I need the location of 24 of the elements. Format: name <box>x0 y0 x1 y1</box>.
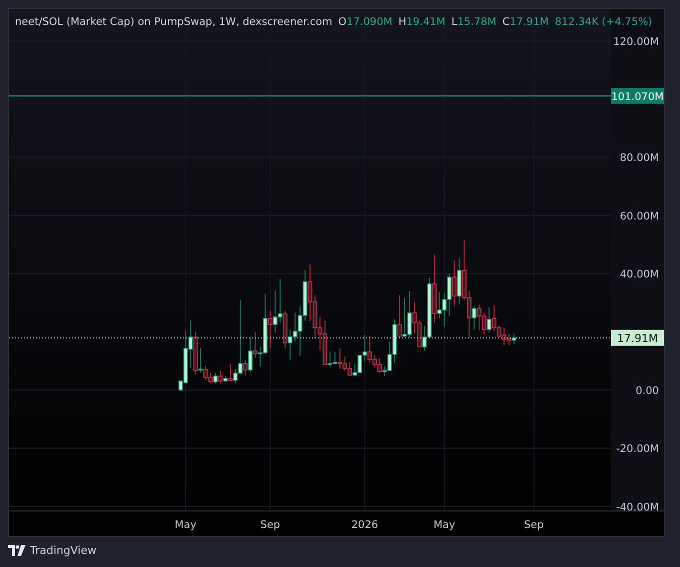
brand-name: TradingView <box>30 544 96 557</box>
ohlc-value: C17.91M <box>502 16 549 28</box>
ohlc-value: L15.78M <box>451 16 496 28</box>
x-axis-label: May <box>433 519 456 531</box>
ref-line-label: 17.91M <box>617 332 658 345</box>
price-label: 17.91M <box>611 330 664 346</box>
ohlc-value: O17.090M <box>338 16 392 28</box>
y-axis-label: 0.00 <box>636 385 659 397</box>
y-axis-label: -40.00M <box>616 501 659 514</box>
legend-title: neet/SOL (Market Cap) on PumpSwap, 1W, dexscreener.com <box>15 16 332 28</box>
ref-line-label: 101.070M <box>611 90 664 103</box>
logo-icon <box>8 545 26 556</box>
x-axis-label: 2026 <box>351 519 378 531</box>
x-axis-label: May <box>174 519 196 531</box>
x-axis-label: Sep <box>260 519 280 531</box>
change-value: 812.34K (+4.75%) <box>554 16 652 28</box>
y-axis-label: 120.00M <box>613 36 659 48</box>
y-axis-label: 80.00M <box>620 152 659 164</box>
y-axis-label: -20.00M <box>616 443 659 456</box>
x-axis-label: Sep <box>524 519 544 531</box>
ohlc-value: H19.41M <box>398 16 446 28</box>
y-axis-label: 60.00M <box>620 210 659 222</box>
y-axis-label: 40.00M <box>620 268 659 281</box>
price-label: 101.070M <box>611 88 664 104</box>
